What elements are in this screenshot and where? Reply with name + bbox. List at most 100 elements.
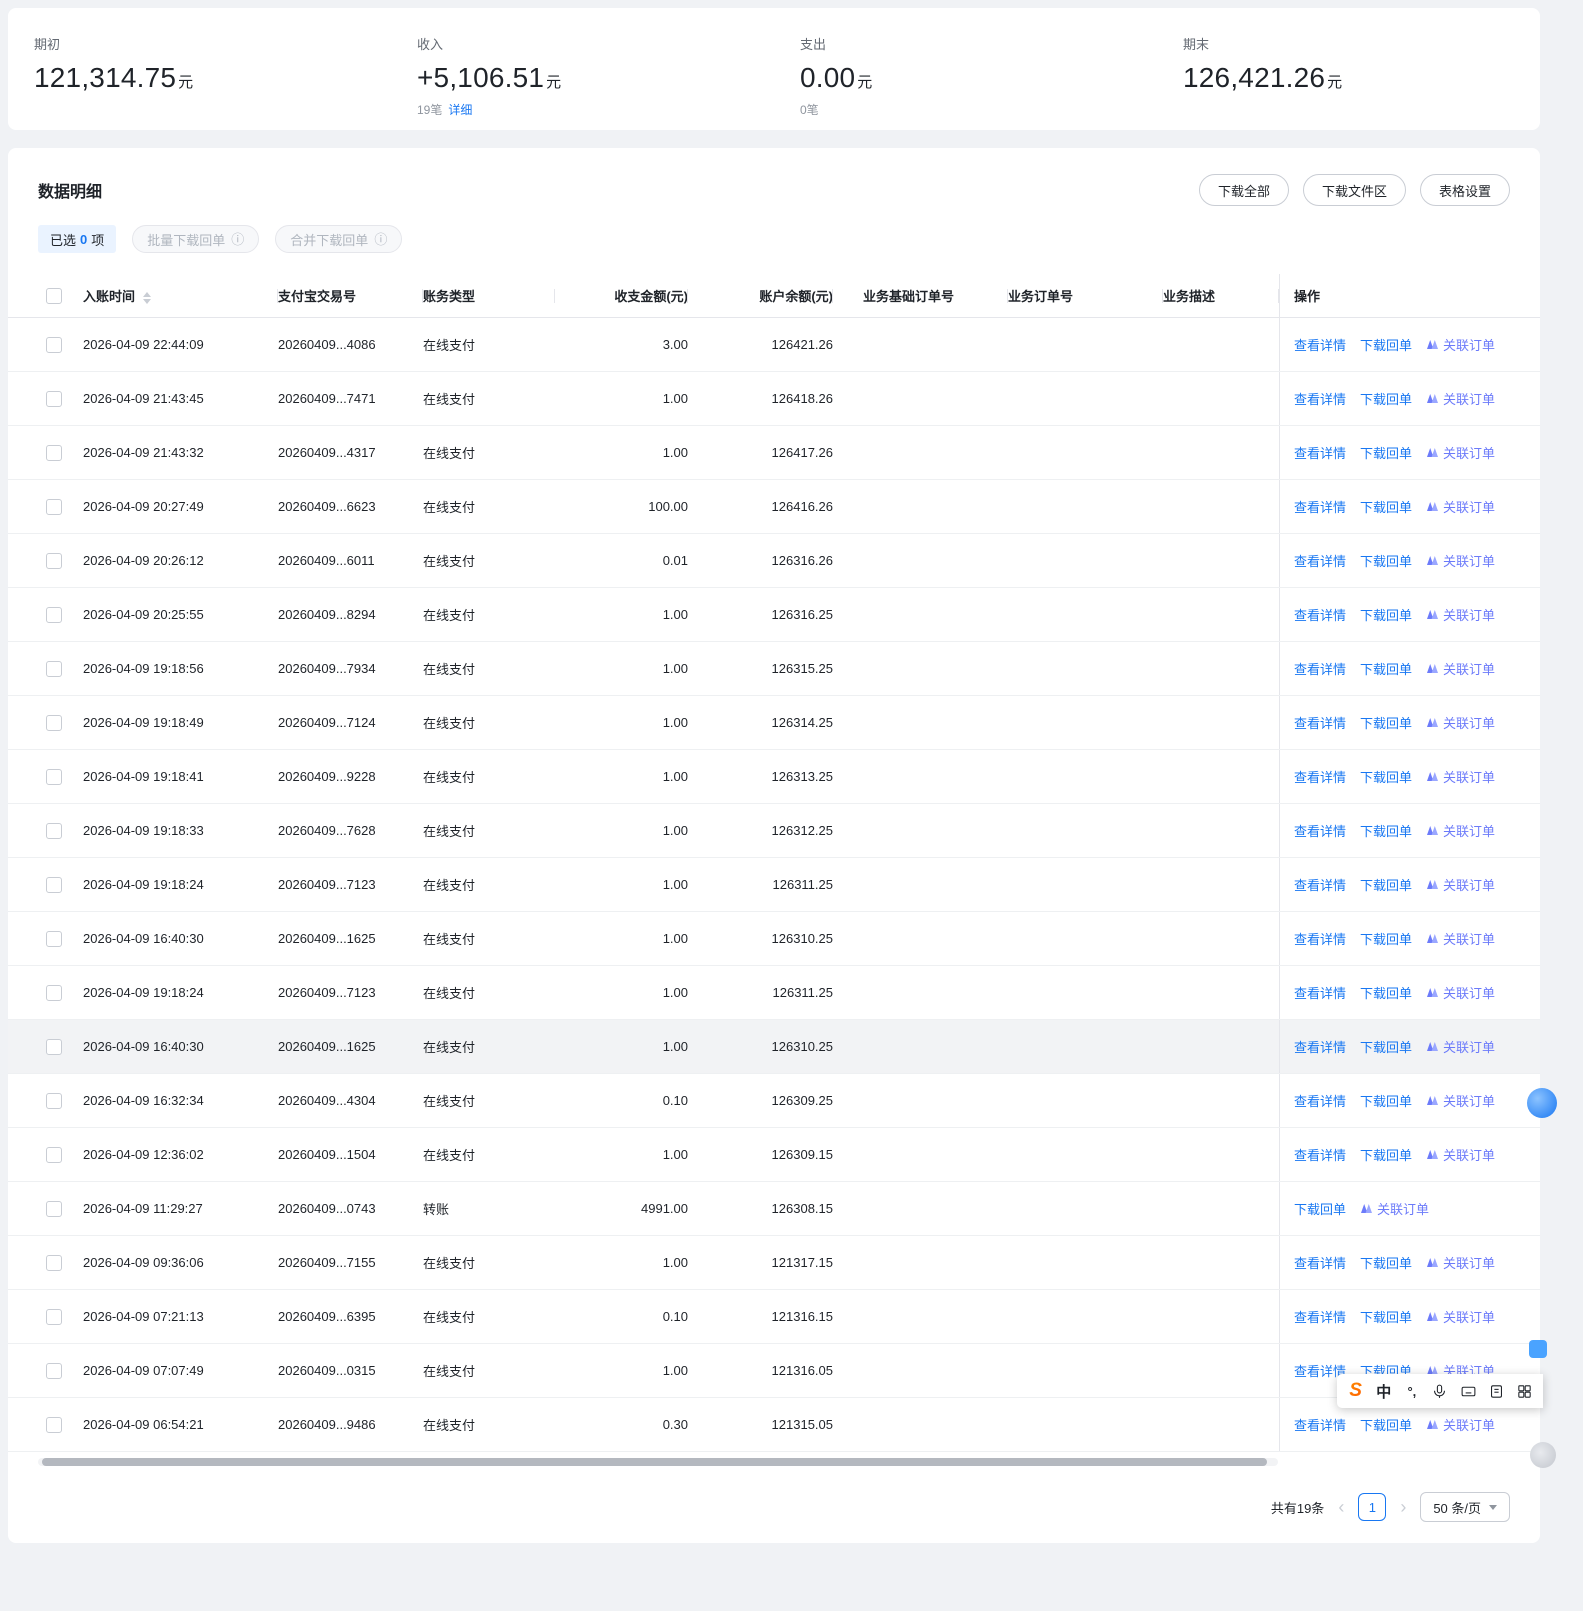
related-order-link[interactable]: 关联订单 bbox=[1426, 1415, 1495, 1434]
related-order-link[interactable]: 关联订单 bbox=[1426, 443, 1495, 462]
view-detail-link[interactable]: 查看详情 bbox=[1294, 713, 1346, 732]
row-checkbox[interactable] bbox=[46, 984, 62, 1001]
row-checkbox[interactable] bbox=[46, 336, 62, 353]
related-order-link[interactable]: 关联订单 bbox=[1426, 875, 1495, 894]
related-order-link[interactable]: 关联订单 bbox=[1426, 389, 1495, 408]
download-receipt-link[interactable]: 下载回单 bbox=[1360, 713, 1412, 732]
download-receipt-link[interactable]: 下载回单 bbox=[1360, 551, 1412, 570]
download-receipt-link[interactable]: 下载回单 bbox=[1360, 1415, 1412, 1434]
floating-assistant-ball[interactable] bbox=[1527, 1088, 1557, 1118]
ime-chinese-mode-toggle[interactable]: 中 bbox=[1371, 1378, 1396, 1404]
related-order-link[interactable]: 关联订单 bbox=[1426, 821, 1495, 840]
related-order-link[interactable]: 关联订单 bbox=[1426, 1253, 1495, 1272]
row-checkbox[interactable] bbox=[46, 1200, 62, 1217]
row-checkbox[interactable] bbox=[46, 390, 62, 407]
microphone-icon[interactable] bbox=[1427, 1378, 1452, 1404]
download-files-button[interactable]: 下载文件区 bbox=[1302, 174, 1406, 206]
view-detail-link[interactable]: 查看详情 bbox=[1294, 551, 1346, 570]
row-checkbox[interactable] bbox=[46, 1362, 62, 1379]
related-order-link[interactable]: 关联订单 bbox=[1426, 497, 1495, 516]
sort-icon[interactable] bbox=[143, 291, 152, 304]
related-order-link[interactable]: 关联订单 bbox=[1426, 713, 1495, 732]
download-receipt-link[interactable]: 下载回单 bbox=[1360, 1091, 1412, 1110]
next-page-button[interactable]: › bbox=[1398, 1498, 1408, 1516]
row-checkbox[interactable] bbox=[46, 552, 62, 569]
download-receipt-link[interactable]: 下载回单 bbox=[1360, 605, 1412, 624]
related-order-link[interactable]: 关联订单 bbox=[1426, 1091, 1495, 1110]
clipboard-icon[interactable] bbox=[1484, 1378, 1509, 1404]
row-checkbox[interactable] bbox=[46, 714, 62, 731]
view-detail-link[interactable]: 查看详情 bbox=[1294, 1307, 1346, 1326]
row-checkbox[interactable] bbox=[46, 1146, 62, 1163]
income-detail-link[interactable]: 详细 bbox=[448, 103, 472, 117]
download-receipt-link[interactable]: 下载回单 bbox=[1360, 767, 1412, 786]
download-receipt-link[interactable]: 下载回单 bbox=[1360, 875, 1412, 894]
download-receipt-link[interactable]: 下载回单 bbox=[1360, 659, 1412, 678]
row-checkbox[interactable] bbox=[46, 1308, 62, 1325]
view-detail-link[interactable]: 查看详情 bbox=[1294, 983, 1346, 1002]
view-detail-link[interactable]: 查看详情 bbox=[1294, 1037, 1346, 1056]
download-receipt-link[interactable]: 下载回单 bbox=[1360, 497, 1412, 516]
row-checkbox[interactable] bbox=[46, 498, 62, 515]
row-checkbox[interactable] bbox=[46, 660, 62, 677]
related-order-link[interactable]: 关联订单 bbox=[1426, 1037, 1495, 1056]
horizontal-scrollbar-thumb[interactable] bbox=[42, 1458, 1267, 1466]
download-receipt-link[interactable]: 下载回单 bbox=[1360, 821, 1412, 840]
view-detail-link[interactable]: 查看详情 bbox=[1294, 767, 1346, 786]
related-order-link[interactable]: 关联订单 bbox=[1426, 1145, 1495, 1164]
page-number-button[interactable]: 1 bbox=[1358, 1493, 1387, 1521]
sogou-logo-icon[interactable]: S bbox=[1343, 1378, 1368, 1404]
row-checkbox[interactable] bbox=[46, 876, 62, 893]
row-checkbox[interactable] bbox=[46, 930, 62, 947]
row-checkbox[interactable] bbox=[46, 444, 62, 461]
view-detail-link[interactable]: 查看详情 bbox=[1294, 1253, 1346, 1272]
download-receipt-link[interactable]: 下载回单 bbox=[1360, 1145, 1412, 1164]
download-all-button[interactable]: 下载全部 bbox=[1198, 174, 1289, 206]
prev-page-button[interactable]: ‹ bbox=[1336, 1498, 1346, 1516]
view-detail-link[interactable]: 查看详情 bbox=[1294, 659, 1346, 678]
table-settings-button[interactable]: 表格设置 bbox=[1419, 174, 1510, 206]
download-receipt-link[interactable]: 下载回单 bbox=[1360, 443, 1412, 462]
row-checkbox[interactable] bbox=[46, 606, 62, 623]
batch-download-receipt-button[interactable]: 批量下载回单 ⓘ bbox=[132, 225, 260, 253]
download-receipt-link[interactable]: 下载回单 bbox=[1360, 389, 1412, 408]
related-order-link[interactable]: 关联订单 bbox=[1360, 1199, 1429, 1218]
floating-widget[interactable] bbox=[1530, 1442, 1556, 1468]
view-detail-link[interactable]: 查看详情 bbox=[1294, 875, 1346, 894]
row-checkbox[interactable] bbox=[46, 768, 62, 785]
view-detail-link[interactable]: 查看详情 bbox=[1294, 929, 1346, 948]
related-order-link[interactable]: 关联订单 bbox=[1426, 335, 1495, 354]
download-receipt-link[interactable]: 下载回单 bbox=[1360, 1253, 1412, 1272]
view-detail-link[interactable]: 查看详情 bbox=[1294, 389, 1346, 408]
related-order-link[interactable]: 关联订单 bbox=[1426, 551, 1495, 570]
download-receipt-link[interactable]: 下载回单 bbox=[1360, 983, 1412, 1002]
view-detail-link[interactable]: 查看详情 bbox=[1294, 1091, 1346, 1110]
related-order-link[interactable]: 关联订单 bbox=[1426, 659, 1495, 678]
view-detail-link[interactable]: 查看详情 bbox=[1294, 335, 1346, 354]
view-detail-link[interactable]: 查看详情 bbox=[1294, 1415, 1346, 1434]
header-entry-time[interactable]: 入账时间 bbox=[83, 286, 278, 305]
row-checkbox[interactable] bbox=[46, 1092, 62, 1109]
punctuation-toggle-icon[interactable]: °, bbox=[1399, 1378, 1424, 1404]
view-detail-link[interactable]: 查看详情 bbox=[1294, 497, 1346, 516]
related-order-link[interactable]: 关联订单 bbox=[1426, 983, 1495, 1002]
download-receipt-link[interactable]: 下载回单 bbox=[1360, 335, 1412, 354]
view-detail-link[interactable]: 查看详情 bbox=[1294, 821, 1346, 840]
merge-download-receipt-button[interactable]: 合并下载回单 ⓘ bbox=[275, 225, 403, 253]
row-checkbox[interactable] bbox=[46, 1038, 62, 1055]
keyboard-icon[interactable] bbox=[1456, 1378, 1481, 1404]
related-order-link[interactable]: 关联订单 bbox=[1426, 605, 1495, 624]
download-receipt-link[interactable]: 下载回单 bbox=[1360, 1307, 1412, 1326]
view-detail-link[interactable]: 查看详情 bbox=[1294, 1145, 1346, 1164]
select-all-checkbox[interactable] bbox=[46, 287, 62, 304]
related-order-link[interactable]: 关联订单 bbox=[1426, 1307, 1495, 1326]
row-checkbox[interactable] bbox=[46, 1254, 62, 1271]
related-order-link[interactable]: 关联订单 bbox=[1426, 767, 1495, 786]
view-detail-link[interactable]: 查看详情 bbox=[1294, 605, 1346, 624]
row-checkbox[interactable] bbox=[46, 1416, 62, 1433]
related-order-link[interactable]: 关联订单 bbox=[1426, 929, 1495, 948]
download-receipt-link[interactable]: 下载回单 bbox=[1360, 929, 1412, 948]
page-size-select[interactable]: 50 条/页 bbox=[1420, 1492, 1510, 1522]
toolbox-grid-icon[interactable] bbox=[1512, 1378, 1537, 1404]
download-receipt-link[interactable]: 下载回单 bbox=[1360, 1037, 1412, 1056]
